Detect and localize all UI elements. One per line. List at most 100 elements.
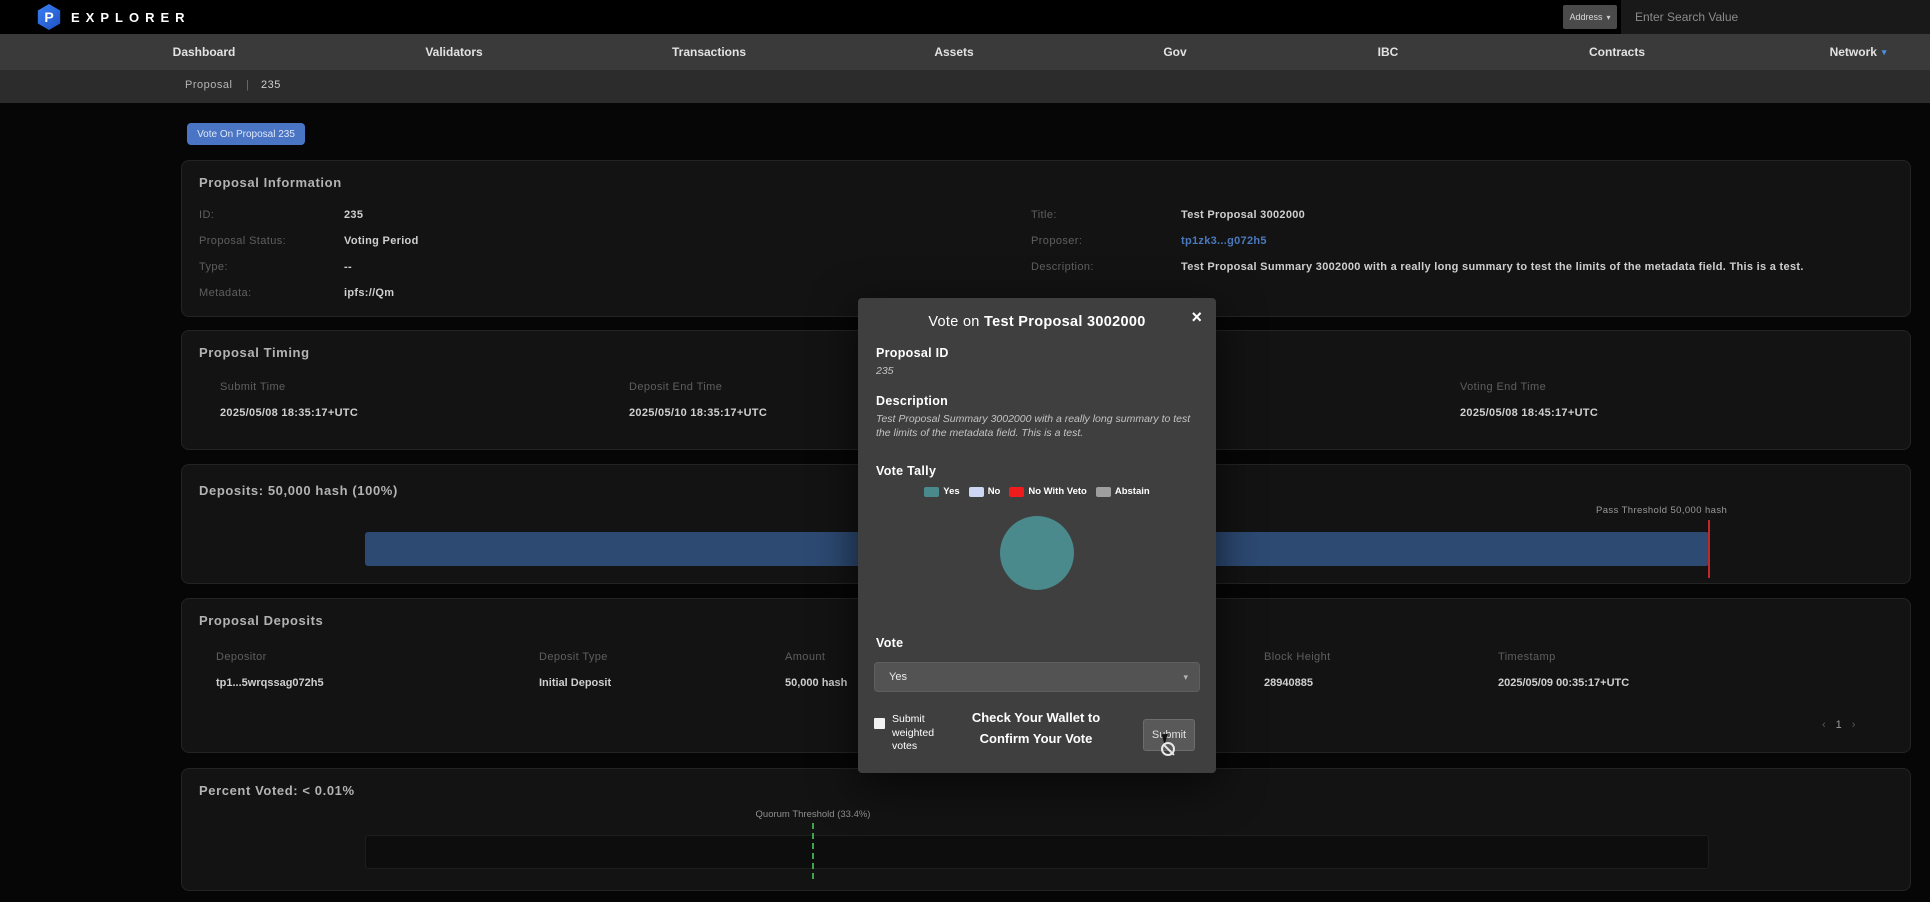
col-header: Timestamp	[1498, 651, 1556, 663]
field-value: --	[344, 261, 352, 273]
card-title: Proposal Deposits	[199, 613, 323, 628]
nav-ibc[interactable]: IBC	[1378, 34, 1399, 70]
col-header: Deposit Type	[539, 651, 608, 663]
proposer-link[interactable]: tp1zk3...g072h5	[1181, 235, 1267, 247]
col-header: Depositor	[216, 651, 267, 663]
vote-label: Vote	[876, 636, 903, 650]
blocked-cursor-icon	[1161, 742, 1175, 756]
nav-label: Network	[1830, 45, 1877, 59]
vote-select[interactable]: Yes ▾	[874, 662, 1200, 692]
vote-on-proposal-button[interactable]: Vote On Proposal 235	[187, 123, 305, 145]
field-label: Proposal Status:	[199, 235, 286, 247]
pagination: ‹ 1 ›	[1822, 719, 1855, 731]
search-type-label: Address	[1569, 12, 1602, 22]
percent-voted-title: Percent Voted: < 0.01%	[199, 783, 355, 798]
col-header: Block Height	[1264, 651, 1331, 663]
vote-tally-pie-chart	[1000, 516, 1074, 590]
field-label: Metadata:	[199, 287, 252, 299]
page-prev-button[interactable]: ‹	[1822, 719, 1826, 731]
pass-threshold-marker	[1708, 520, 1710, 578]
field-label: Proposer:	[1031, 235, 1082, 247]
col-header: Amount	[785, 651, 825, 663]
legend-item-no: No	[969, 486, 1001, 497]
timing-label: Voting End Time	[1460, 381, 1546, 393]
field-label: ID:	[199, 209, 214, 221]
nav-network[interactable]: Network ▾	[1830, 34, 1887, 70]
nav-label: Transactions	[672, 45, 746, 59]
proposal-id-label: Proposal ID	[876, 346, 949, 360]
field-label: Description:	[1031, 261, 1094, 273]
timing-label: Submit Time	[220, 381, 286, 393]
nav-contracts[interactable]: Contracts	[1589, 34, 1645, 70]
field-value: 235	[344, 209, 363, 221]
depositor-link[interactable]: tp1...5wrqssag072h5	[216, 677, 324, 689]
nav-label: Contracts	[1589, 45, 1645, 59]
nav-label: Dashboard	[173, 45, 236, 59]
amount-cell: 50,000 hash	[785, 677, 847, 689]
legend-label: No With Veto	[1028, 486, 1087, 497]
legend-item-abstain: Abstain	[1096, 486, 1150, 497]
percent-voted-card: Percent Voted: < 0.01% Quorum Threshold …	[181, 768, 1911, 891]
breadcrumb-separator: |	[246, 79, 249, 91]
legend-label: Yes	[943, 486, 959, 497]
chevron-down-icon: ▾	[1607, 13, 1611, 22]
nav-assets[interactable]: Assets	[934, 34, 973, 70]
breadcrumb-current: 235	[261, 79, 281, 91]
breadcrumb: Proposal | 235	[0, 70, 1930, 103]
nav-label: Assets	[934, 45, 973, 59]
nav-gov[interactable]: Gov	[1163, 34, 1186, 70]
legend-item-yes: Yes	[924, 486, 959, 497]
field-label: Type:	[199, 261, 228, 273]
field-value: ipfs://Qm	[344, 287, 394, 299]
nav-dashboard[interactable]: Dashboard	[173, 34, 236, 70]
no-with-veto-swatch-icon	[1009, 487, 1024, 497]
nav-label: IBC	[1378, 45, 1399, 59]
legend-label: Abstain	[1115, 486, 1150, 497]
vote-modal: Vote on Test Proposal 3002000 × Proposal…	[858, 298, 1216, 773]
timing-value: 2025/05/10 18:35:17+UTC	[629, 407, 767, 419]
brand-logo[interactable]: P EXPLORER	[36, 4, 191, 30]
field-label: Title:	[1031, 209, 1057, 221]
chevron-down-icon: ▾	[1882, 47, 1887, 58]
modal-title-prefix: Vote on	[928, 314, 984, 330]
search-type-dropdown[interactable]: Address ▾	[1563, 5, 1617, 29]
vote-select-value: Yes	[875, 671, 907, 683]
wallet-message-line: Check Your Wallet to	[946, 708, 1126, 729]
modal-title-proposal-name: Test Proposal 3002000	[984, 314, 1146, 330]
pass-threshold-label: Pass Threshold 50,000 hash	[1596, 505, 1727, 516]
nav-transactions[interactable]: Transactions	[672, 34, 746, 70]
tally-legend: Yes No No With Veto Abstain	[858, 486, 1216, 497]
legend-item-no-with-veto: No With Veto	[1009, 486, 1087, 497]
nav-label: Gov	[1163, 45, 1186, 59]
chevron-down-icon: ▾	[1183, 672, 1188, 683]
page-number[interactable]: 1	[1836, 719, 1842, 731]
block-height-link[interactable]: 28940885	[1264, 677, 1313, 689]
abstain-swatch-icon	[1096, 487, 1111, 497]
description-text: Test Proposal Summary 3002000 with a rea…	[876, 412, 1198, 440]
yes-swatch-icon	[924, 487, 939, 497]
vote-tally-label: Vote Tally	[876, 464, 936, 478]
field-value: Voting Period	[344, 235, 419, 247]
deposit-type-cell: Initial Deposit	[539, 677, 611, 689]
nav-validators[interactable]: Validators	[425, 34, 482, 70]
weighted-votes-label: Submit weighted votes	[892, 713, 954, 754]
main-nav: Dashboard Validators Transactions Assets…	[0, 34, 1930, 70]
card-title: Proposal Timing	[199, 345, 310, 360]
proposal-title-value: Test Proposal 3002000	[1181, 209, 1305, 221]
explorer-logo-icon: P	[36, 4, 62, 30]
timing-value: 2025/05/08 18:35:17+UTC	[220, 407, 358, 419]
proposal-information-card: Proposal Information ID: 235 Proposal St…	[181, 160, 1911, 317]
proposal-id-value: 235	[876, 364, 894, 378]
search-input[interactable]	[1621, 0, 1930, 34]
breadcrumb-root[interactable]: Proposal	[185, 79, 232, 91]
close-icon[interactable]: ×	[1191, 308, 1202, 326]
timing-label: Deposit End Time	[629, 381, 722, 393]
page-next-button[interactable]: ›	[1852, 719, 1856, 731]
modal-title: Vote on Test Proposal 3002000	[858, 314, 1216, 330]
weighted-votes-checkbox[interactable]	[874, 718, 885, 729]
quorum-threshold-marker	[812, 823, 814, 879]
wallet-message-line: Confirm Your Vote	[946, 729, 1126, 750]
top-header: P EXPLORER Address ▾	[0, 0, 1930, 34]
vote-progress-track	[365, 835, 1709, 869]
wallet-confirmation-message: Check Your Wallet to Confirm Your Vote	[946, 708, 1126, 750]
